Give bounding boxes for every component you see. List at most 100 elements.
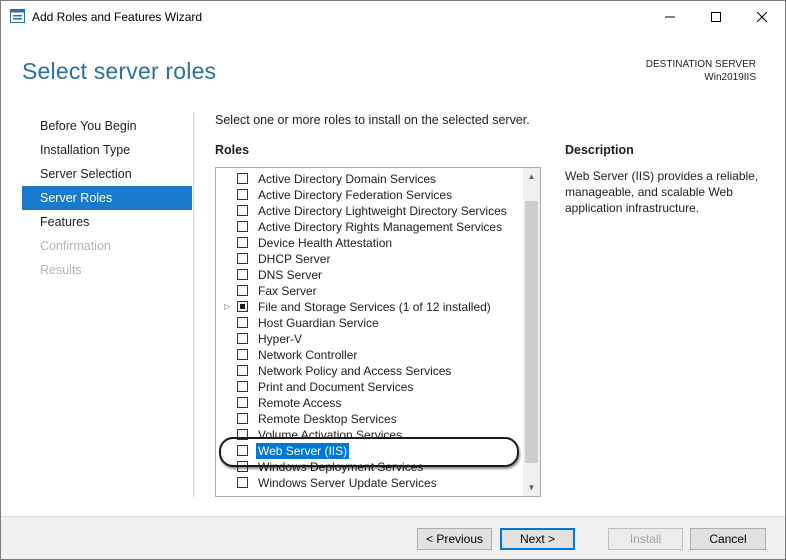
role-row[interactable]: Device Health Attestation (216, 235, 521, 251)
roles-scrollbar[interactable]: ▲ ▼ (523, 168, 540, 496)
role-row[interactable]: Host Guardian Service (216, 315, 521, 331)
role-row[interactable]: Active Directory Federation Services (216, 187, 521, 203)
wizard-header: Select server roles DESTINATION SERVER W… (1, 32, 785, 102)
role-checkbox[interactable] (237, 381, 248, 392)
role-checkbox[interactable] (237, 317, 248, 328)
nav-item-before-you-begin[interactable]: Before You Begin (22, 114, 192, 138)
role-row[interactable]: Network Policy and Access Services (216, 363, 521, 379)
role-label[interactable]: Active Directory Domain Services (258, 171, 436, 187)
role-row[interactable]: Remote Access (216, 395, 521, 411)
role-label[interactable]: Fax Server (258, 283, 317, 299)
nav-item-server-roles[interactable]: Server Roles (22, 186, 192, 210)
role-checkbox[interactable] (237, 333, 248, 344)
role-row[interactable]: ▷ File and Storage Services (1 of 12 inst… (216, 299, 521, 315)
role-label[interactable]: Volume Activation Services (258, 427, 402, 443)
role-checkbox[interactable] (237, 413, 248, 424)
previous-button[interactable]: < Previous (417, 528, 492, 550)
role-checkbox[interactable] (237, 173, 248, 184)
nav-item-results: Results (40, 263, 82, 277)
wizard-nav: Before You Begin Installation Type Server … (22, 114, 192, 282)
role-row[interactable]: Fax Server (216, 283, 521, 299)
cancel-button[interactable]: Cancel (690, 528, 766, 550)
role-checkbox[interactable] (237, 269, 248, 280)
nav-item-features[interactable]: Features (22, 210, 192, 234)
nav-item-server-selection[interactable]: Server Selection (22, 162, 192, 186)
title-bar[interactable]: Add Roles and Features Wizard (1, 1, 785, 32)
expand-icon[interactable]: ▷ (224, 299, 230, 315)
wizard-body: Before You Begin Installation Type Server … (1, 102, 785, 516)
roles-heading: Roles (215, 143, 250, 157)
role-checkbox[interactable] (237, 221, 248, 232)
role-label[interactable]: Active Directory Lightweight Directory S… (258, 203, 507, 219)
role-label[interactable]: Device Health Attestation (258, 235, 392, 251)
role-label[interactable]: DNS Server (258, 267, 322, 283)
destination-server-info: DESTINATION SERVER Win2019IIS (646, 58, 756, 84)
role-label[interactable]: Web Server (IIS) (256, 443, 350, 459)
close-icon (757, 11, 767, 22)
minimize-button[interactable] (647, 1, 693, 32)
server-manager-icon (10, 9, 25, 23)
role-checkbox[interactable] (237, 349, 248, 360)
scroll-down-button[interactable]: ▼ (523, 479, 540, 496)
nav-divider (193, 112, 194, 497)
role-label[interactable]: File and Storage Services (1 of 12 insta… (258, 299, 491, 315)
roles-list: Active Directory Domain Services Active D… (216, 171, 521, 491)
chevron-down-icon: ▼ (527, 483, 536, 492)
install-button[interactable]: Install (608, 528, 683, 550)
role-checkbox[interactable] (237, 205, 248, 216)
role-label[interactable]: DHCP Server (258, 251, 330, 267)
role-label[interactable]: Remote Access (258, 395, 341, 411)
role-checkbox[interactable] (237, 189, 248, 200)
window-title: Add Roles and Features Wizard (32, 10, 203, 24)
role-checkbox[interactable] (237, 477, 248, 488)
maximize-button[interactable] (693, 1, 739, 32)
role-row[interactable]: Print and Document Services (216, 379, 521, 395)
role-label[interactable]: Active Directory Rights Management Servi… (258, 219, 502, 235)
role-label[interactable]: Remote Desktop Services (258, 411, 397, 427)
role-row[interactable]: Web Server (IIS) (216, 443, 521, 459)
role-label[interactable]: Windows Deployment Services (258, 459, 423, 475)
role-row[interactable]: Volume Activation Services (216, 427, 521, 443)
role-label[interactable]: Windows Server Update Services (258, 475, 437, 491)
role-checkbox[interactable] (237, 429, 248, 440)
role-row[interactable]: Hyper-V (216, 331, 521, 347)
scroll-thumb[interactable] (525, 201, 538, 463)
role-row[interactable]: Active Directory Domain Services (216, 171, 521, 187)
nav-item-installation-type[interactable]: Installation Type (22, 138, 192, 162)
role-row[interactable]: Windows Server Update Services (216, 475, 521, 491)
role-label[interactable]: Host Guardian Service (258, 315, 379, 331)
role-label[interactable]: Active Directory Federation Services (258, 187, 452, 203)
wizard-window: Add Roles and Features Wizard Select ser… (0, 0, 786, 560)
role-row[interactable]: DHCP Server (216, 251, 521, 267)
role-row[interactable]: Network Controller (216, 347, 521, 363)
role-checkbox[interactable] (237, 397, 248, 408)
role-checkbox[interactable] (237, 301, 248, 312)
role-checkbox[interactable] (237, 253, 248, 264)
role-checkbox[interactable] (237, 285, 248, 296)
scroll-up-button[interactable]: ▲ (523, 168, 540, 185)
role-label[interactable]: Print and Document Services (258, 379, 413, 395)
destination-server-label: DESTINATION SERVER (645, 59, 756, 70)
role-label[interactable]: Hyper-V (258, 331, 302, 347)
next-button[interactable]: Next > (500, 528, 575, 550)
role-label[interactable]: Network Policy and Access Services (258, 363, 451, 379)
destination-server-name: Win2019IIS (704, 72, 756, 83)
role-row[interactable]: Windows Deployment Services (216, 459, 521, 475)
roles-list-box[interactable]: Active Directory Domain Services Active D… (215, 167, 541, 497)
role-checkbox[interactable] (237, 461, 248, 472)
maximize-icon (711, 11, 721, 22)
page-title: Select server roles (22, 58, 217, 84)
description-text: Web Server (IIS) provides a reliable, ma… (565, 169, 759, 215)
close-button[interactable] (739, 1, 785, 32)
role-row[interactable]: Active Directory Lightweight Directory S… (216, 203, 521, 219)
role-checkbox[interactable] (237, 237, 248, 248)
role-checkbox[interactable] (237, 365, 248, 376)
wizard-footer: < Previous Next > Install Cancel (1, 516, 785, 559)
role-row[interactable]: Active Directory Rights Management Servi… (216, 219, 521, 235)
role-row[interactable]: DNS Server (216, 267, 521, 283)
nav-item-confirmation: Confirmation (40, 239, 111, 253)
role-checkbox[interactable] (237, 445, 248, 456)
instruction-text: Select one or more roles to install on t… (215, 113, 530, 127)
role-row[interactable]: Remote Desktop Services (216, 411, 521, 427)
role-label[interactable]: Network Controller (258, 347, 357, 363)
